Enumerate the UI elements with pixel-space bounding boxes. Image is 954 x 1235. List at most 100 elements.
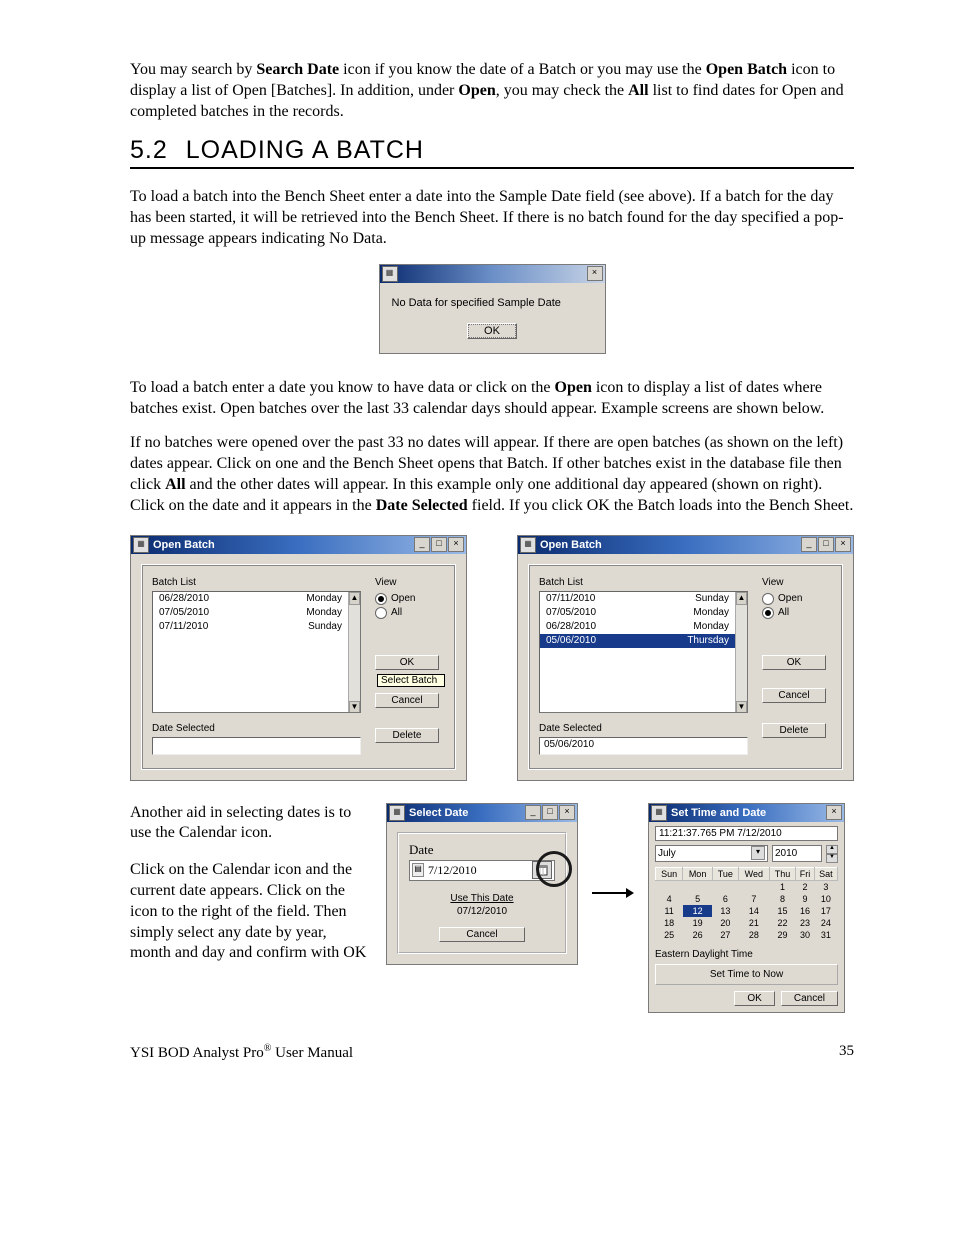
calendar-day-cell[interactable]: 4 xyxy=(656,893,683,905)
cancel-button[interactable]: Cancel xyxy=(439,927,524,942)
calendar-day-cell[interactable]: 24 xyxy=(814,917,837,929)
spin-down-icon: ▼ xyxy=(826,854,838,863)
calendar-day-cell[interactable]: 17 xyxy=(814,905,837,917)
section-heading: 5.2LOADING A BATCH xyxy=(130,136,854,169)
batch-list[interactable]: 06/28/2010Monday07/05/2010Monday07/11/20… xyxy=(152,591,361,713)
delete-button[interactable]: Delete xyxy=(762,723,826,738)
table-row[interactable]: 07/05/2010Monday xyxy=(153,606,348,620)
view-all-radio[interactable]: All xyxy=(375,607,445,619)
calendar-icon[interactable] xyxy=(532,861,552,879)
scroll-up-icon[interactable]: ▲ xyxy=(349,592,360,605)
select-date-dialog: ▦ Select Date _ □ × Date ▤ 7/12/2010 xyxy=(386,803,578,965)
calendar-day-cell[interactable]: 11 xyxy=(656,905,683,917)
paragraph-load-batch: To load a batch into the Bench Sheet ent… xyxy=(130,187,854,249)
minimize-icon[interactable]: _ xyxy=(414,537,430,552)
close-icon[interactable]: × xyxy=(835,537,851,552)
delete-button[interactable]: Delete xyxy=(375,728,439,743)
close-icon[interactable]: × xyxy=(448,537,464,552)
ok-button[interactable]: OK xyxy=(375,655,439,670)
table-row[interactable]: 06/28/2010Monday xyxy=(540,620,735,634)
year-field[interactable]: 2010 xyxy=(772,845,822,862)
calendar-day-cell[interactable]: 10 xyxy=(814,893,837,905)
table-row[interactable]: 07/11/2010Sunday xyxy=(153,620,348,634)
calendar-day-cell[interactable]: 2 xyxy=(796,880,814,893)
table-row[interactable]: 05/06/2010Thursday xyxy=(540,634,735,648)
scroll-down-icon[interactable]: ▼ xyxy=(736,701,747,713)
view-all-radio[interactable]: All xyxy=(762,607,832,619)
calendar-day-cell[interactable]: 23 xyxy=(796,917,814,929)
calendar-day-cell[interactable]: 7 xyxy=(738,893,769,905)
year-spinner[interactable]: ▲▼ xyxy=(826,845,838,863)
calendar-day-cell xyxy=(738,880,769,893)
month-select[interactable]: July ▾ xyxy=(655,845,768,862)
date-selected-field[interactable] xyxy=(152,737,361,755)
table-row[interactable]: 07/11/2010Sunday xyxy=(540,592,735,606)
date-input[interactable]: ▤ 7/12/2010 xyxy=(409,860,555,881)
calendar-day-cell[interactable]: 13 xyxy=(712,905,738,917)
calendar-day-cell[interactable]: 5 xyxy=(683,893,713,905)
close-icon[interactable]: × xyxy=(826,805,842,820)
select-batch-tooltip: Select Batch xyxy=(377,674,445,687)
calendar-day-cell[interactable]: 27 xyxy=(712,929,738,941)
view-open-radio[interactable]: Open xyxy=(762,593,832,605)
date-selected-field[interactable]: 05/06/2010 xyxy=(539,737,748,755)
maximize-icon[interactable]: □ xyxy=(818,537,834,552)
calendar-day-cell[interactable]: 28 xyxy=(738,929,769,941)
calendar-grid[interactable]: SunMonTueWedThuFriSat 123456789101112131… xyxy=(655,867,838,941)
timestamp-field[interactable]: 11:21:37.765 PM 7/12/2010 xyxy=(655,826,838,841)
calendar-day-cell[interactable]: 6 xyxy=(712,893,738,905)
calendar-day-cell[interactable]: 15 xyxy=(769,905,795,917)
minimize-icon[interactable]: _ xyxy=(801,537,817,552)
cancel-button[interactable]: Cancel xyxy=(762,688,826,703)
calendar-day-cell[interactable]: 12 xyxy=(683,905,713,917)
open-batch-dialog-left: ▦ Open Batch _ □ × Batch List 06/28/2010… xyxy=(130,535,467,781)
calendar-day-cell[interactable]: 31 xyxy=(814,929,837,941)
cancel-button[interactable]: Cancel xyxy=(375,693,439,708)
calendar-day-cell[interactable]: 22 xyxy=(769,917,795,929)
set-time-now-button[interactable]: Set Time to Now xyxy=(655,964,838,985)
calendar-day-cell[interactable]: 29 xyxy=(769,929,795,941)
minimize-icon[interactable]: _ xyxy=(525,805,541,820)
paragraph-all-dates: If no batches were opened over the past … xyxy=(130,433,854,516)
table-row[interactable]: 07/05/2010Monday xyxy=(540,606,735,620)
scroll-up-icon[interactable]: ▲ xyxy=(736,592,747,605)
close-icon[interactable]: × xyxy=(559,805,575,820)
calendar-day-cell[interactable]: 20 xyxy=(712,917,738,929)
calendar-day-cell[interactable]: 3 xyxy=(814,880,837,893)
batch-list-label: Batch List xyxy=(152,577,361,588)
calendar-day-header: Wed xyxy=(738,867,769,880)
calendar-day-cell[interactable]: 9 xyxy=(796,893,814,905)
scroll-down-icon[interactable]: ▼ xyxy=(349,701,360,713)
page-footer: YSI BOD Analyst Pro® User Manual 35 xyxy=(130,1043,854,1062)
calendar-day-cell[interactable]: 21 xyxy=(738,917,769,929)
close-icon[interactable]: × xyxy=(587,266,603,281)
calendar-day-cell[interactable]: 25 xyxy=(656,929,683,941)
maximize-icon[interactable]: □ xyxy=(431,537,447,552)
calendar-day-cell[interactable]: 18 xyxy=(656,917,683,929)
calendar-day-cell[interactable]: 19 xyxy=(683,917,713,929)
ok-button[interactable]: OK xyxy=(762,655,826,670)
use-this-date-link[interactable]: Use This Date xyxy=(409,893,555,904)
paragraph-open-icon: To load a batch enter a date you know to… xyxy=(130,378,854,420)
calendar-day-cell[interactable]: 8 xyxy=(769,893,795,905)
ok-button[interactable]: OK xyxy=(734,991,774,1006)
ok-button[interactable]: OK xyxy=(467,323,517,339)
view-label: View xyxy=(375,577,445,588)
batch-list[interactable]: 07/11/2010Sunday07/05/2010Monday06/28/20… xyxy=(539,591,748,713)
page-number: 35 xyxy=(839,1043,854,1062)
app-icon: ▦ xyxy=(382,266,398,282)
calendar-day-cell[interactable]: 16 xyxy=(796,905,814,917)
calendar-day-header: Tue xyxy=(712,867,738,880)
maximize-icon[interactable]: □ xyxy=(542,805,558,820)
view-open-radio[interactable]: Open xyxy=(375,593,445,605)
spin-up-icon: ▲ xyxy=(826,845,838,854)
app-icon: ▦ xyxy=(651,805,667,821)
calendar-day-cell[interactable]: 26 xyxy=(683,929,713,941)
table-row[interactable]: 06/28/2010Monday xyxy=(153,592,348,606)
calendar-day-cell[interactable]: 1 xyxy=(769,880,795,893)
set-time-dialog: ▦ Set Time and Date × 11:21:37.765 PM 7/… xyxy=(648,803,845,1013)
calendar-day-cell[interactable]: 30 xyxy=(796,929,814,941)
calendar-day-cell[interactable]: 14 xyxy=(738,905,769,917)
cancel-button[interactable]: Cancel xyxy=(781,991,838,1006)
batch-list-label: Batch List xyxy=(539,577,748,588)
